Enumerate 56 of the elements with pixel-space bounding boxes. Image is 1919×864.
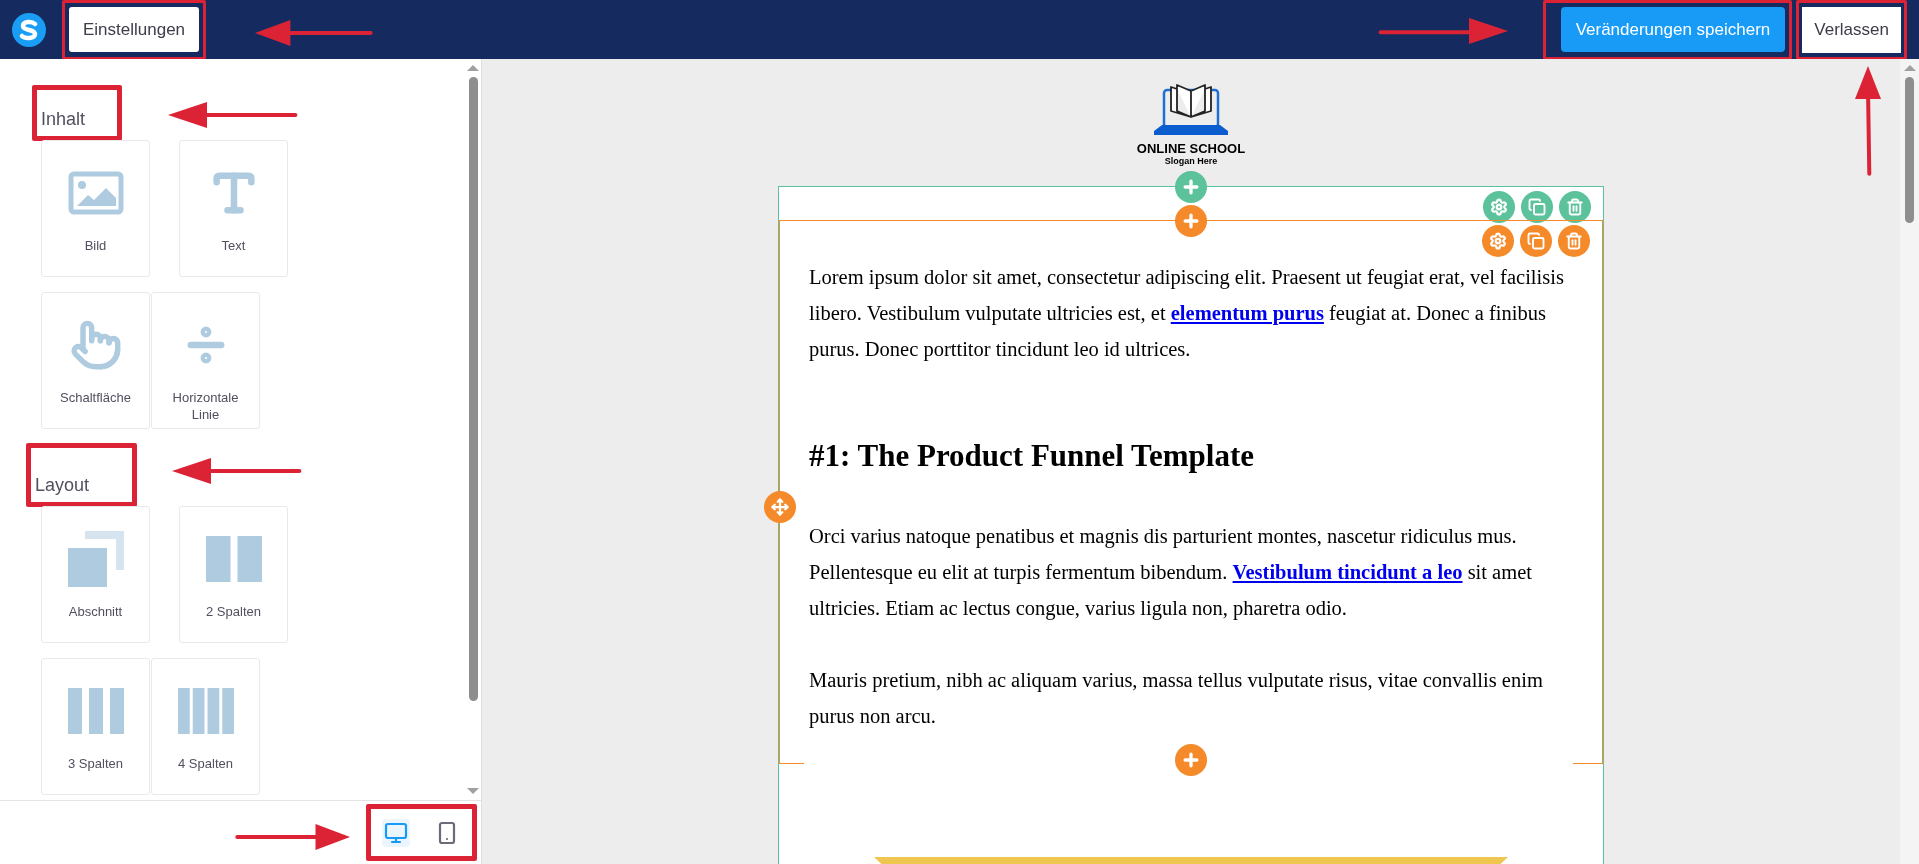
exit-button[interactable]: Verlassen: [1802, 6, 1901, 53]
settings-button[interactable]: [1482, 225, 1514, 257]
section-heading: Layout: [35, 474, 90, 497]
element-tile[interactable]: 3 Spalten: [41, 658, 150, 795]
logo-slogan: Slogan Here: [1164, 156, 1218, 166]
duplicate-icon: [1527, 232, 1545, 250]
element-tile[interactable]: 4 Spalten: [151, 658, 260, 795]
tile-label: Horizontale Linie: [171, 389, 240, 423]
tile-label: 3 Spalten: [67, 755, 124, 772]
section-heading: #1: The Product Funnel Template: [809, 437, 1255, 475]
tile-label: Schaltfläche: [59, 389, 132, 406]
settings-button[interactable]: Einstellungen: [69, 7, 200, 52]
pointing-hand-icon: [69, 319, 122, 371]
add-block-icon: [1181, 211, 1201, 231]
delete-button[interactable]: [1559, 191, 1591, 223]
duplicate-icon: [1528, 198, 1546, 216]
element-tile[interactable]: 2 Spalten: [179, 506, 288, 643]
tile-label: 2 Spalten: [205, 603, 262, 620]
add-section-icon: [1181, 177, 1201, 197]
add-block-button[interactable]: [1175, 205, 1207, 237]
add-block-button[interactable]: [1175, 744, 1207, 776]
add-section-button[interactable]: [1175, 171, 1207, 203]
move-handle[interactable]: [764, 491, 796, 523]
element-tile[interactable]: Schaltfläche: [41, 292, 150, 429]
app-logo-icon: [12, 12, 46, 47]
body-paragraph: Lorem ipsum dolor sit amet, consectetur adipiscing elit. Praesent ut feugiat erat, vel facilisis libero. Vestibulum vulputate ultricies est, et elementum purus feugiat at. Donec a finibus purus. Donec porttitor tincidunt leo id ultrices.: [809, 265, 1565, 363]
element-tile[interactable]: Bild: [41, 140, 150, 277]
duplicate-button[interactable]: [1520, 225, 1552, 257]
body-paragraph: Mauris pretium, nibh ac aliquam varius, massa tellus vulputate risus, vitae convallis enim purus non arcu.: [809, 668, 1544, 730]
columns-icon: [177, 688, 234, 734]
move-icon: [771, 498, 789, 516]
settings-icon: [1490, 198, 1508, 216]
element-tile[interactable]: Horizontale Linie: [151, 292, 260, 429]
tile-label: 4 Spalten: [177, 755, 234, 772]
element-tile[interactable]: Text: [179, 140, 288, 277]
desktop-view-button[interactable]: [382, 818, 411, 847]
logo-title: ONLINE SCHOOL: [1136, 141, 1246, 156]
body-paragraph: Orci varius natoque penatibus et magnis dis parturient montes, nascetur ridiculus mus. Pellentesque eu elit at turpis fermentum bibendum. Vestibulum tincidunt a leo sit amet ultricies. Etiam ac lectus congue, varius ligula non, pharetra odio.: [809, 524, 1533, 622]
delete-icon: [1565, 232, 1583, 250]
tile-label: Text: [220, 237, 247, 254]
add-block-icon: [1181, 750, 1201, 770]
section-heading: Inhalt: [41, 108, 86, 131]
delete-button[interactable]: [1558, 225, 1590, 257]
settings-button[interactable]: [1483, 191, 1515, 223]
text-link[interactable]: Vestibulum tincidunt a leo: [1232, 561, 1463, 583]
element-tile[interactable]: Abschnitt: [41, 506, 150, 643]
settings-icon: [1489, 232, 1507, 250]
section-icon: [67, 531, 124, 587]
tile-label: Abschnitt: [67, 603, 124, 620]
duplicate-button[interactable]: [1521, 191, 1553, 223]
columns-icon: [205, 536, 262, 582]
delete-icon: [1566, 198, 1584, 216]
image-icon: [67, 171, 124, 215]
tile-label: Bild: [83, 237, 108, 254]
columns-icon: [67, 688, 124, 734]
text-link[interactable]: elementum purus: [1170, 302, 1324, 324]
